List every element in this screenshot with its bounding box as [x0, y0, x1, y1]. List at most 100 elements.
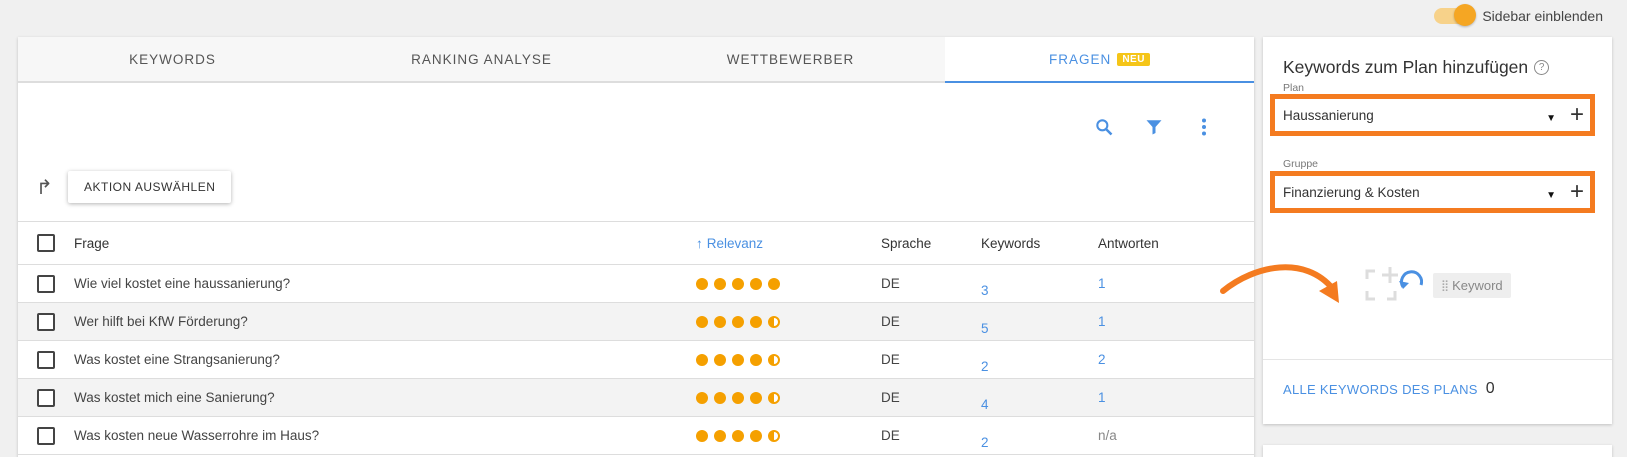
dropdown-caret-icon: ▼ [1546, 190, 1556, 201]
help-icon[interactable]: ? [1534, 60, 1550, 75]
sidebar-toggle-label: Sidebar einblenden [1482, 8, 1603, 24]
relevance-dot-icon [696, 277, 708, 290]
column-header-antworten[interactable]: Antworten [1098, 236, 1254, 251]
relevance-dot-icon [696, 353, 708, 366]
relevance-dot-icon [714, 315, 726, 328]
relevance-dot-icon [750, 391, 762, 404]
question-text[interactable]: Was kostet mich eine Sanierung? [74, 390, 696, 405]
select-action-button[interactable]: AKTION AUSWÄHLEN [68, 171, 232, 203]
table-row[interactable]: Was kostet mich eine Sanierung? DE 4 1 [18, 379, 1254, 417]
relevance-rating [696, 277, 881, 290]
sidebar-toggle[interactable] [1434, 4, 1477, 26]
row-checkbox[interactable] [37, 388, 55, 407]
relevance-dot-icon [768, 353, 780, 366]
relevanz-label: Relevanz [706, 235, 764, 251]
new-badge: NEU [1117, 52, 1150, 66]
relevance-rating [696, 429, 881, 442]
divider [1263, 359, 1612, 360]
keywords-count-link[interactable]: 3 [981, 269, 1098, 298]
sidebar-title: Keywords zum Plan hinzufügen? [1283, 57, 1550, 78]
select-all-checkbox[interactable] [37, 234, 55, 252]
add-keywords-sidebar: Keywords zum Plan hinzufügen? Plan Hauss… [1263, 37, 1612, 424]
sidebar-title-text: Keywords zum Plan hinzufügen [1283, 57, 1529, 77]
answers-count-link[interactable]: 2 [1098, 352, 1254, 367]
more-vert-icon[interactable] [1194, 117, 1214, 137]
tab-keywords[interactable]: Keywords [18, 37, 327, 81]
answers-count-link[interactable]: 1 [1098, 314, 1254, 329]
sort-arrow-up-icon: ↑ [696, 235, 703, 251]
add-group-icon[interactable]: + [1570, 178, 1584, 206]
table-row[interactable]: Was kostet eine Strangsanierung? DE 2 2 [18, 341, 1254, 379]
table-row[interactable]: Was kosten neue Wasserrohre im Haus? DE 2 n… [18, 417, 1254, 455]
relevance-dot-icon [768, 429, 780, 442]
all-keywords-link[interactable]: ALLE KEYWORDS DES PLANS [1283, 382, 1478, 397]
language-cell: DE [881, 428, 900, 443]
relevance-dot-icon [696, 391, 708, 404]
tab-wettbewerber[interactable]: Wettbewerber [636, 37, 945, 81]
row-checkbox[interactable] [37, 312, 55, 331]
relevance-dot-icon [732, 391, 744, 404]
question-text[interactable]: Was kosten neue Wasserrohre im Haus? [74, 428, 696, 443]
column-header-sprache[interactable]: Sprache [881, 236, 981, 251]
row-checkbox[interactable] [37, 426, 55, 445]
relevance-dot-icon [768, 391, 780, 404]
search-icon[interactable] [1094, 117, 1114, 137]
add-plan-icon[interactable]: + [1570, 101, 1584, 129]
keywords-count-link[interactable]: 2 [981, 345, 1098, 374]
all-keywords-count: 0 [1485, 380, 1495, 397]
column-header-relevanz[interactable]: ↑ Relevanz [696, 236, 881, 251]
drag-handle-icon: ⣿ [1441, 279, 1449, 292]
language-cell: DE [881, 314, 900, 329]
drag-arrow-icon [1220, 264, 1339, 303]
bulk-action-row: ↱ AKTION AUSWÄHLEN [36, 171, 232, 203]
tab-label: Fragen [1049, 51, 1112, 67]
tab-fragen[interactable]: Fragen NEU [945, 37, 1254, 83]
main-panel: Keywords Ranking Analyse Wettbewerber Fr… [18, 37, 1254, 457]
relevance-dot-icon [714, 277, 726, 290]
plan-label: Plan [1283, 82, 1305, 94]
language-cell: DE [881, 352, 900, 367]
tab-bar: Keywords Ranking Analyse Wettbewerber Fr… [18, 37, 1254, 83]
answers-count-link[interactable]: 1 [1098, 390, 1254, 405]
tab-label: Keywords [129, 51, 216, 67]
subdirectory-arrow-icon: ↱ [36, 176, 53, 199]
question-text[interactable]: Wie viel kostet eine haussanierung? [74, 276, 696, 291]
tab-label: Ranking Analyse [411, 51, 552, 67]
questions-table: Frage ↑ Relevanz Sprache Keywords Antwort… [18, 221, 1254, 455]
keywords-count-link[interactable]: 2 [981, 421, 1098, 450]
relevance-dot-icon [750, 315, 762, 328]
tab-ranking-analyse[interactable]: Ranking Analyse [327, 37, 636, 81]
relevance-dot-icon [750, 429, 762, 442]
relevance-dot-icon [768, 277, 780, 290]
table-row[interactable]: Wie viel kostet eine haussanierung? DE 3 1 [18, 265, 1254, 303]
answers-count-link[interactable]: n/a [1098, 428, 1254, 443]
relevance-dot-icon [714, 391, 726, 404]
gruppe-value: Finanzierung & Kosten [1283, 184, 1420, 200]
relevance-rating [696, 353, 881, 366]
plan-select[interactable]: Haussanierung ▼ + [1270, 94, 1595, 136]
row-checkbox[interactable] [37, 350, 55, 369]
plan-value: Haussanierung [1283, 107, 1374, 123]
keywords-count-link[interactable]: 4 [981, 383, 1098, 412]
keyword-chip-label: Keyword [1452, 277, 1503, 293]
tab-label: Wettbewerber [726, 51, 855, 67]
column-header-frage[interactable]: Frage [74, 236, 696, 251]
secondary-sidebar-card [1263, 445, 1612, 457]
relevance-rating [696, 391, 881, 404]
gruppe-select[interactable]: Finanzierung & Kosten ▼ + [1270, 171, 1595, 213]
relevance-rating [696, 315, 881, 328]
toggle-knob [1454, 4, 1477, 26]
question-text[interactable]: Was kostet eine Strangsanierung? [74, 352, 696, 367]
relevance-dot-icon [696, 429, 708, 442]
row-checkbox[interactable] [37, 274, 55, 293]
table-row[interactable]: Wer hilft bei KfW Förderung? DE 5 1 [18, 303, 1254, 341]
column-header-keywords[interactable]: Keywords [981, 236, 1098, 251]
gruppe-label: Gruppe [1283, 158, 1319, 170]
keywords-count-link[interactable]: 5 [981, 307, 1098, 336]
language-cell: DE [881, 390, 900, 405]
filter-icon[interactable] [1144, 117, 1164, 137]
question-text[interactable]: Wer hilft bei KfW Förderung? [74, 314, 696, 329]
relevance-dot-icon [732, 353, 744, 366]
relevance-dot-icon [768, 315, 780, 328]
relevance-dot-icon [732, 277, 744, 290]
